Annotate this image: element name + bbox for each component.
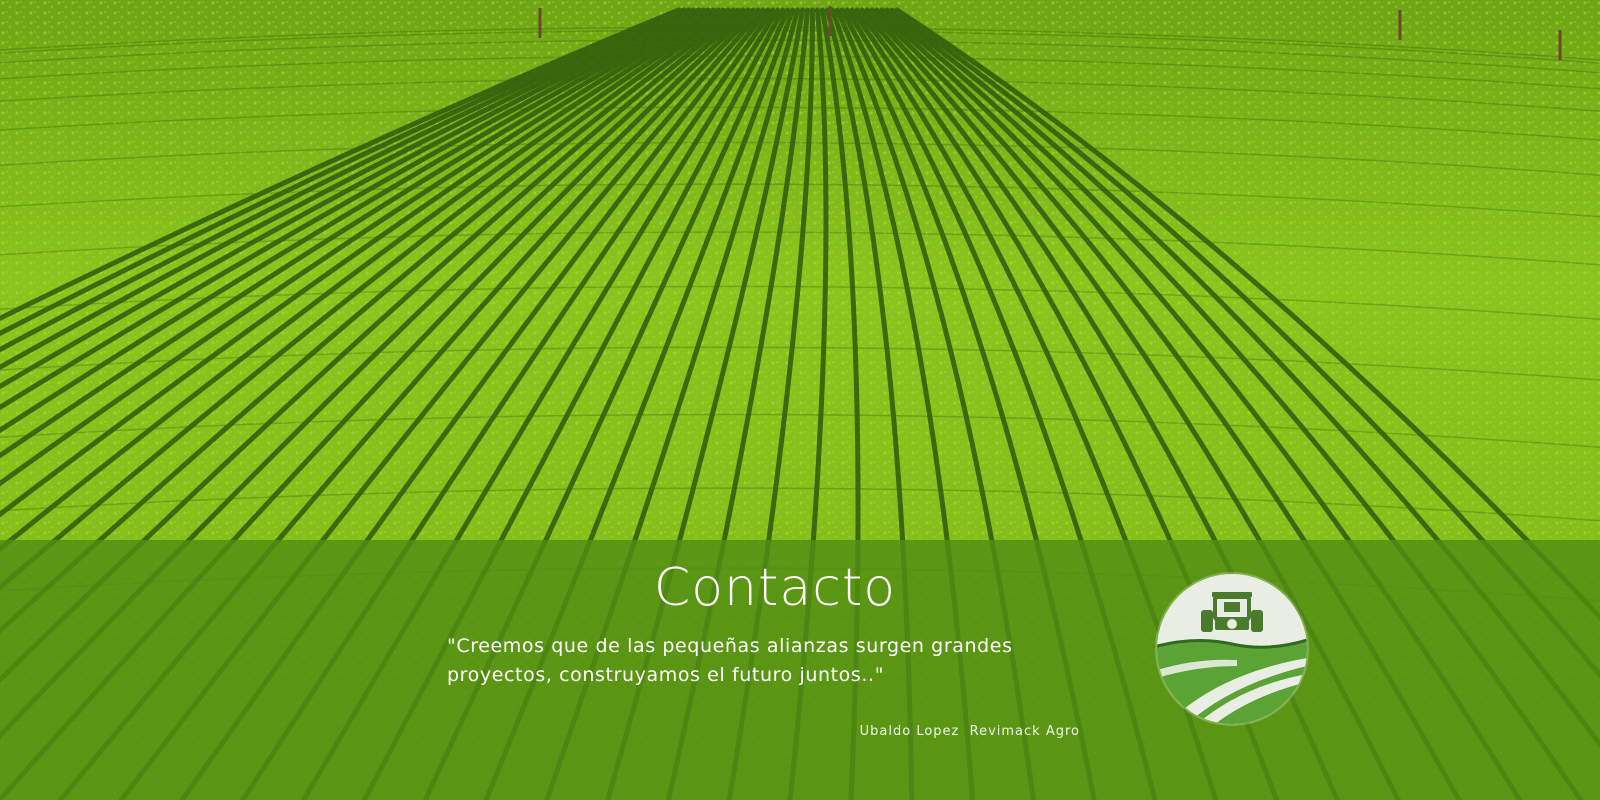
company-logo [1157,574,1307,724]
tractor-field-icon [1157,574,1307,724]
quote-author: Ubaldo Lopez Revimack Agro [859,724,1080,739]
contact-hero: Contacto "Creemos que de las pequeñas al… [0,0,1600,800]
quote-text: "Creemos que de las pequeñas alianzas su… [447,635,1013,686]
page-title: Contacto [653,558,897,618]
